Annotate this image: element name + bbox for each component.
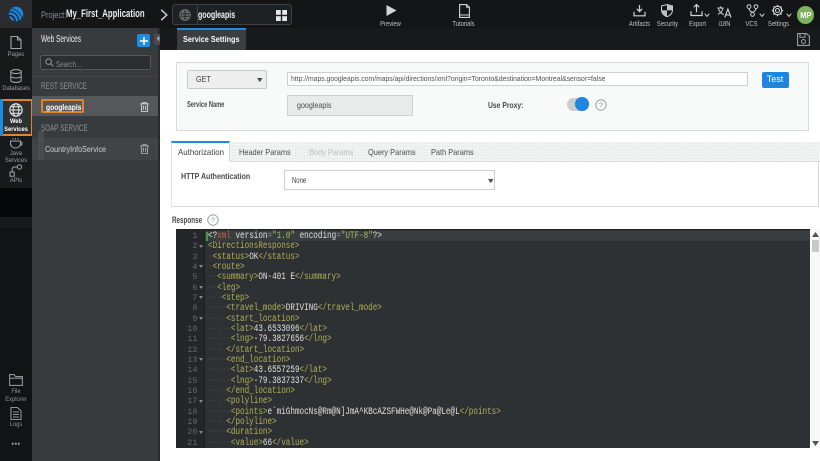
- svg-text:?: ?: [598, 100, 602, 109]
- svg-text:?: ?: [211, 215, 215, 224]
